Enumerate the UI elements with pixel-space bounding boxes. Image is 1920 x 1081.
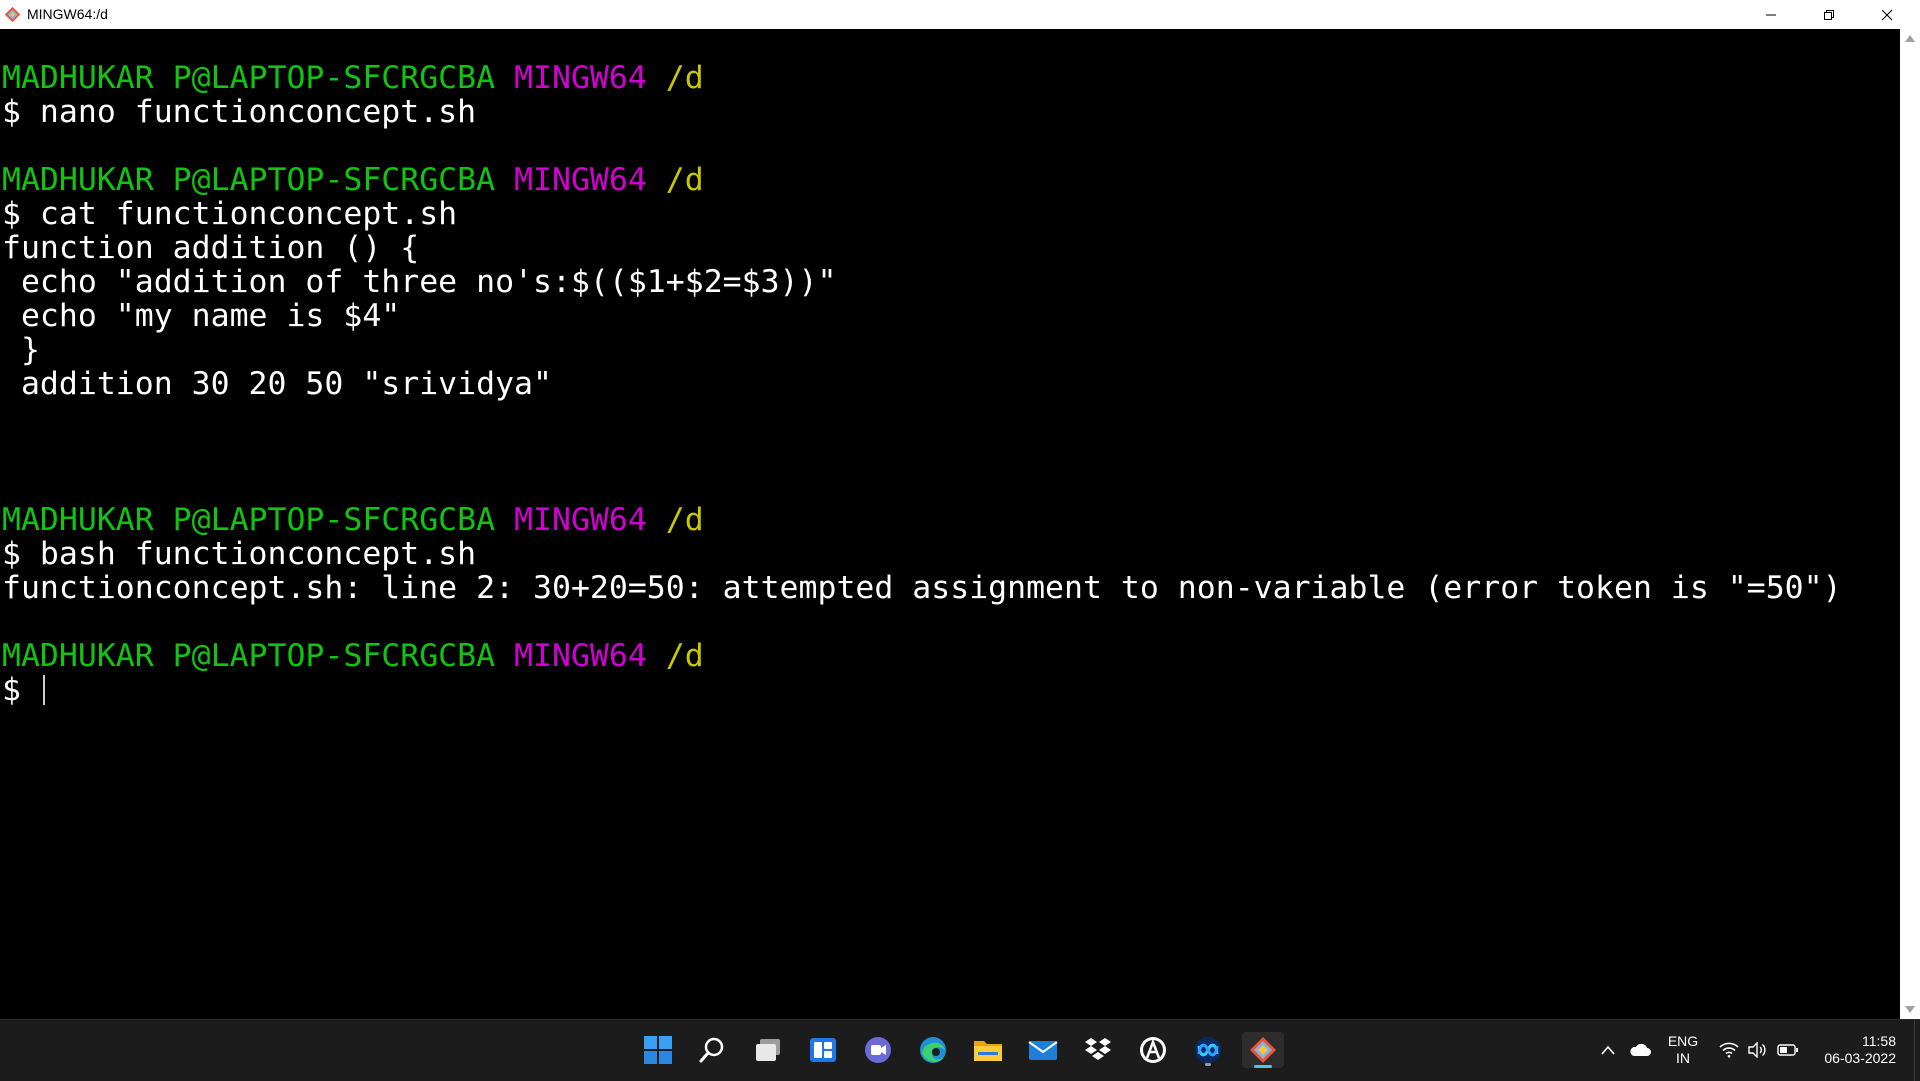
- prompt-user-host: MADHUKAR P@LAPTOP-SFCRGCBA: [2, 502, 496, 538]
- close-icon: [1881, 9, 1893, 20]
- terminal-output: MADHUKAR P@LAPTOP-SFCRGCBA MINGW64 /d $ n…: [2, 61, 1842, 707]
- restore-icon: [1824, 9, 1834, 20]
- edge-button[interactable]: [915, 1032, 951, 1068]
- minimize-button[interactable]: [1742, 0, 1800, 29]
- widgets-icon: [810, 1038, 836, 1062]
- mail-icon: [1028, 1041, 1058, 1060]
- title-bar: MINGW64:/d: [0, 0, 1920, 30]
- output-line: echo "addition of three no's:$(($1+$2=$3…: [2, 264, 837, 300]
- prompt-line: MADHUKAR P@LAPTOP-SFCRGCBA MINGW64 /d: [2, 61, 1842, 95]
- output-line: addition 30 20 50 "srividya": [2, 366, 552, 402]
- output-line: echo "my name is $4": [2, 298, 401, 334]
- prompt-path: /d: [665, 60, 704, 96]
- prompt-path: /d: [665, 638, 704, 674]
- region-label: IN: [1676, 1050, 1690, 1066]
- prompt-line: MADHUKAR P@LAPTOP-SFCRGCBA MINGW64 /d: [2, 163, 1842, 197]
- output-line: $ nano functionconcept.sh: [2, 94, 477, 130]
- mail-button[interactable]: [1025, 1032, 1061, 1068]
- text-cursor: [42, 675, 45, 705]
- prompt-line: MADHUKAR P@LAPTOP-SFCRGCBA MINGW64 /d: [2, 639, 1842, 673]
- restore-button[interactable]: [1800, 0, 1858, 29]
- edge-icon: [920, 1037, 946, 1063]
- running-indicator: [1205, 1063, 1211, 1066]
- close-button[interactable]: [1858, 0, 1916, 29]
- app-a-button[interactable]: [1135, 1032, 1171, 1068]
- windows-logo-icon: [644, 1036, 672, 1064]
- prompt-system: MINGW64: [514, 638, 647, 674]
- language-label: ENG: [1667, 1033, 1699, 1049]
- dropbox-icon: [1085, 1038, 1111, 1060]
- battery-icon[interactable]: [1777, 1043, 1799, 1057]
- minimize-icon: [1766, 14, 1776, 15]
- clock-date: 06-03-2022: [1824, 1050, 1896, 1066]
- active-indicator: [1254, 1065, 1272, 1068]
- show-desktop-button[interactable]: [1914, 1020, 1920, 1081]
- git-bash-icon: [4, 6, 21, 23]
- output-line: }: [2, 332, 40, 368]
- scroll-down-arrow-icon[interactable]: [1905, 1006, 1915, 1013]
- volume-icon[interactable]: [1747, 1042, 1767, 1058]
- vertical-scrollbar[interactable]: [1900, 29, 1920, 1019]
- search-button[interactable]: [694, 1032, 730, 1068]
- task-view-button[interactable]: [750, 1032, 786, 1068]
- git-bash-icon: [1250, 1037, 1276, 1063]
- start-button[interactable]: [640, 1032, 676, 1068]
- output-line: functionconcept.sh: line 2: 30+20=50: at…: [2, 570, 1842, 606]
- clock[interactable]: 11:58 06-03-2022: [1810, 1033, 1896, 1067]
- search-icon: [699, 1037, 724, 1063]
- taskbar: ENG IN 11:58 06-03-2022: [0, 1019, 1920, 1081]
- prompt-path: /d: [665, 162, 704, 198]
- input-language[interactable]: ENG IN: [1665, 1033, 1701, 1067]
- prompt-line: MADHUKAR P@LAPTOP-SFCRGCBA MINGW64 /d: [2, 503, 1842, 537]
- scroll-up-arrow-icon[interactable]: [1905, 35, 1915, 42]
- dropbox-button[interactable]: [1080, 1032, 1116, 1068]
- output-line: $ cat functionconcept.sh: [2, 196, 458, 232]
- a-logo-icon: [1140, 1037, 1166, 1063]
- prompt-system: MINGW64: [514, 60, 647, 96]
- widgets-button[interactable]: [805, 1032, 841, 1068]
- terminal-area[interactable]: MADHUKAR P@LAPTOP-SFCRGCBA MINGW64 /d $ n…: [0, 29, 1900, 1019]
- prompt-user-host: MADHUKAR P@LAPTOP-SFCRGCBA: [2, 638, 496, 674]
- folder-icon: [974, 1041, 1002, 1061]
- output-line: $ bash functionconcept.sh: [2, 536, 477, 572]
- chat-icon: [865, 1037, 891, 1063]
- prompt-system: MINGW64: [514, 502, 647, 538]
- prompt-user-host: MADHUKAR P@LAPTOP-SFCRGCBA: [2, 60, 496, 96]
- prompt-path: /d: [665, 502, 704, 538]
- output-line: function addition () {: [2, 230, 420, 266]
- prompt-system: MINGW64: [514, 162, 647, 198]
- webex-button[interactable]: [1190, 1032, 1226, 1068]
- file-explorer-button[interactable]: [970, 1032, 1006, 1068]
- window-title: MINGW64:/d: [27, 6, 108, 22]
- chevron-up-icon[interactable]: [1601, 1045, 1615, 1055]
- git-bash-button[interactable]: [1242, 1032, 1284, 1068]
- prompt-user-host: MADHUKAR P@LAPTOP-SFCRGCBA: [2, 162, 496, 198]
- command-input-line[interactable]: $: [2, 673, 1842, 707]
- prompt-symbol: $: [2, 672, 40, 708]
- task-view-icon: [756, 1039, 780, 1061]
- teams-chat-button[interactable]: [860, 1032, 896, 1068]
- wifi-icon[interactable]: [1719, 1042, 1739, 1058]
- onedrive-cloud-icon[interactable]: [1629, 1043, 1651, 1057]
- clock-time: 11:58: [1862, 1033, 1896, 1049]
- webex-icon: [1195, 1037, 1221, 1063]
